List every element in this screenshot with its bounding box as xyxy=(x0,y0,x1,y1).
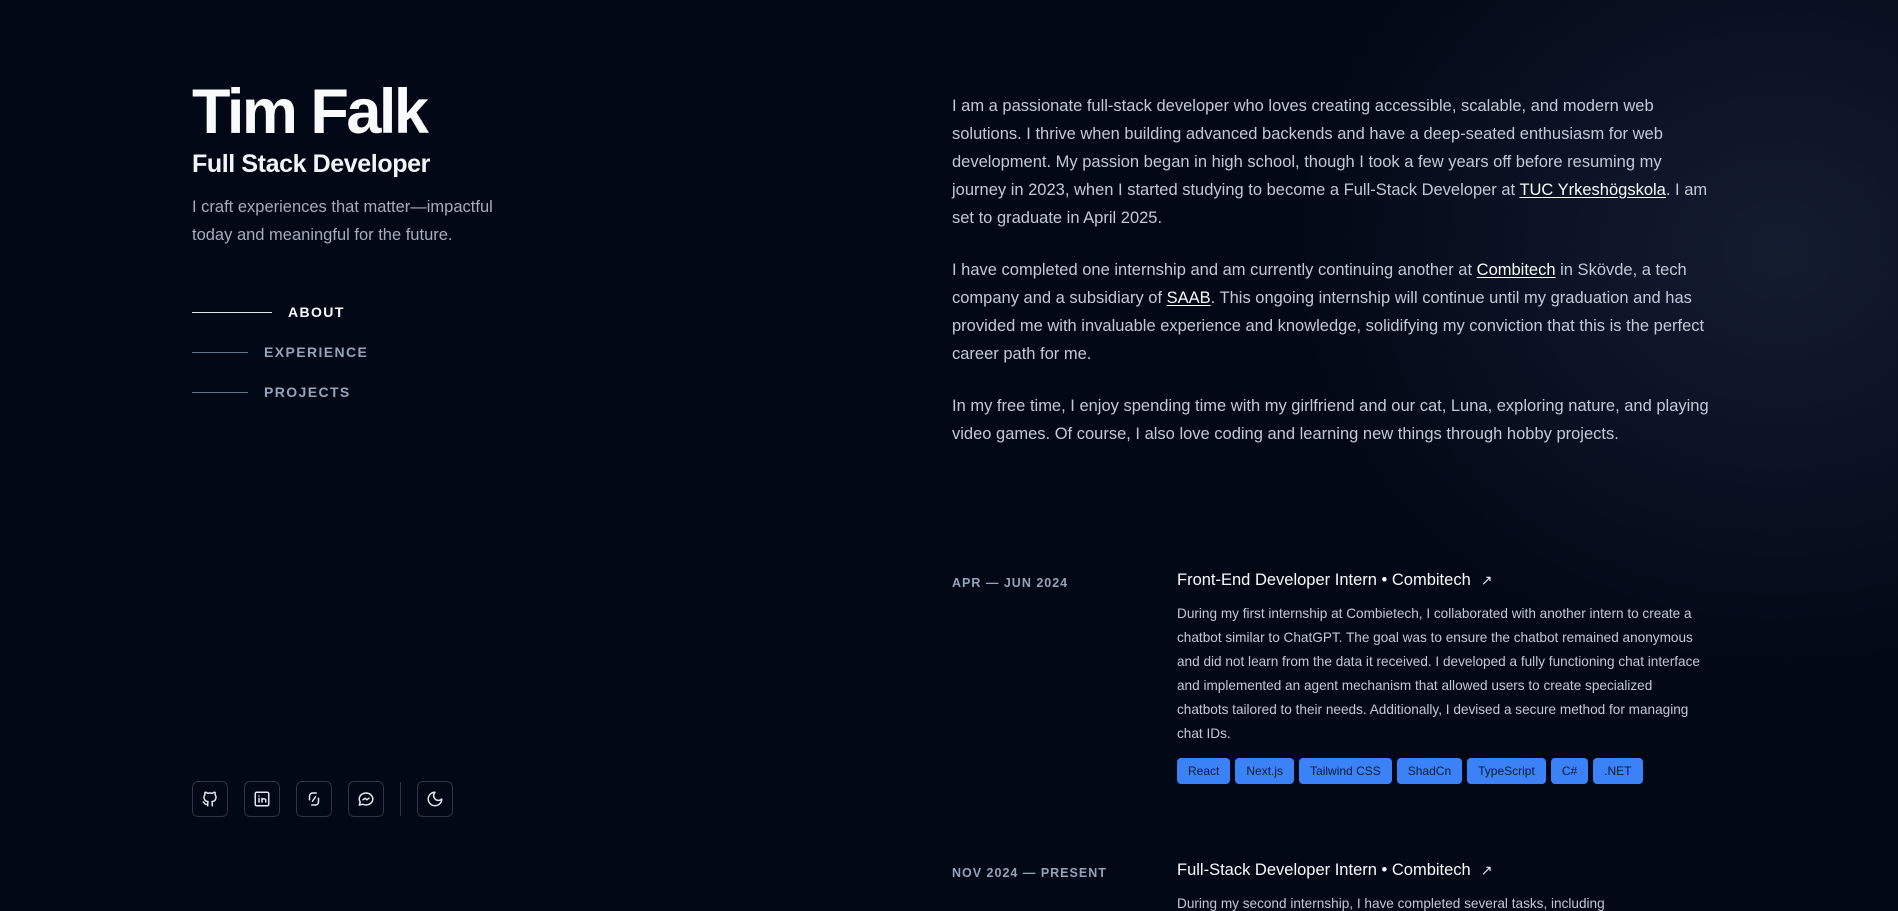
nav-indicator-line xyxy=(192,351,248,353)
tagline: I craft experiences that matter—impactfu… xyxy=(192,198,493,244)
experience-title: Full-Stack Developer Intern • Combitech xyxy=(1177,861,1471,879)
linkedin-link[interactable] xyxy=(244,781,280,817)
tech-tag: Next.js xyxy=(1235,758,1295,784)
linkedin-icon xyxy=(254,791,270,807)
codepen-link[interactable] xyxy=(296,781,332,817)
tech-tag: C# xyxy=(1550,758,1589,784)
about-paragraph: I have completed one internship and am c… xyxy=(952,256,1717,368)
tuc-link[interactable]: TUC Yrkeshögskola xyxy=(1519,181,1665,199)
experience-title-link[interactable]: Front-End Developer Intern • Combitech ↗ xyxy=(1177,571,1707,590)
experience-description: During my second internship, I have comp… xyxy=(1177,896,1605,911)
arrow-up-right-icon: ↗ xyxy=(1480,862,1493,878)
tech-tag: React xyxy=(1177,758,1231,784)
saab-link[interactable]: SAAB xyxy=(1167,289,1211,307)
social-links xyxy=(192,781,453,817)
tech-tag: ShadCn xyxy=(1396,758,1463,784)
tech-tag: TypeScript xyxy=(1467,758,1546,784)
tech-tag: .NET xyxy=(1593,758,1643,784)
experience-body: Front-End Developer Intern • Combitech ↗… xyxy=(1177,571,1707,784)
name-heading: Tim Falk xyxy=(192,77,429,147)
theme-toggle-button[interactable] xyxy=(417,781,453,817)
nav-indicator-line xyxy=(192,311,272,313)
github-link[interactable] xyxy=(192,781,228,817)
experience-body: Full-Stack Developer Intern • Combitech … xyxy=(1177,861,1707,911)
nav-item-projects[interactable]: PROJECTS xyxy=(192,372,368,412)
role-subtitle: Full Stack Developer xyxy=(192,150,430,178)
tech-tag: Tailwind CSS xyxy=(1299,758,1392,784)
nav-item-about[interactable]: ABOUT xyxy=(192,292,368,332)
nav-label: ABOUT xyxy=(288,304,345,320)
moon-icon xyxy=(427,791,443,807)
experience-date: APR — JUN 2024 xyxy=(952,576,1069,590)
combitech-link[interactable]: Combitech xyxy=(1477,261,1556,279)
social-divider xyxy=(400,782,401,816)
messenger-icon xyxy=(358,792,374,806)
arrow-up-right-icon: ↗ xyxy=(1480,572,1493,588)
nav-label: EXPERIENCE xyxy=(264,344,369,360)
nav-indicator-line xyxy=(192,391,248,393)
about-paragraph: I am a passionate full-stack developer w… xyxy=(952,92,1717,232)
nav-label: PROJECTS xyxy=(264,384,351,400)
about-paragraph: In my free time, I enjoy spending time w… xyxy=(952,397,1709,443)
experience-date: NOV 2024 — PRESENT xyxy=(952,866,1107,880)
section-nav: ABOUT EXPERIENCE PROJECTS xyxy=(192,292,368,412)
about-section: I am a passionate full-stack developer w… xyxy=(952,92,1717,472)
sidebar: Tim Falk Full Stack Developer I craft ex… xyxy=(192,0,612,911)
about-text: I have completed one internship and am c… xyxy=(952,261,1477,279)
experience-title: Front-End Developer Intern • Combitech xyxy=(1177,571,1471,589)
experience-description: During my first internship at Combietech… xyxy=(1177,606,1700,741)
codepen-icon xyxy=(308,792,320,806)
experience-title-link[interactable]: Full-Stack Developer Intern • Combitech … xyxy=(1177,861,1707,880)
github-icon xyxy=(202,791,217,807)
nav-item-experience[interactable]: EXPERIENCE xyxy=(192,332,368,372)
messenger-link[interactable] xyxy=(348,781,384,817)
tech-tags: React Next.js Tailwind CSS ShadCn TypeSc… xyxy=(1177,758,1707,784)
